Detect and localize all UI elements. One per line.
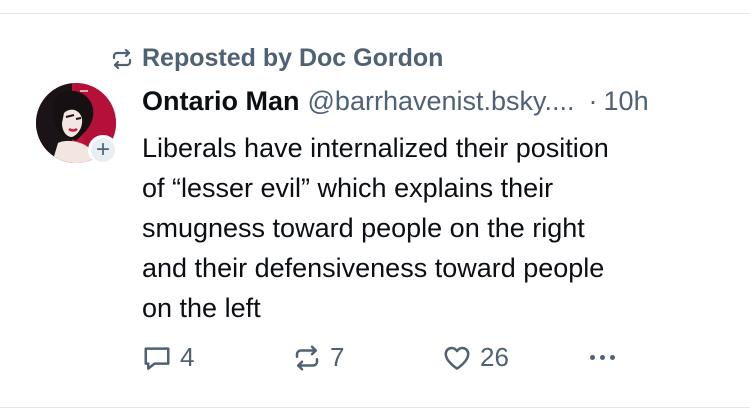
author-avatar[interactable]: + [36, 83, 120, 167]
reposted-by-label: Reposted by Doc Gordon [142, 44, 444, 72]
post-timestamp[interactable]: 10h [604, 86, 649, 117]
follow-plus-badge[interactable]: + [88, 135, 118, 165]
top-divider [0, 13, 750, 14]
more-icon-dot [590, 355, 595, 360]
more-icon-dot [600, 355, 605, 360]
more-options-button[interactable] [590, 343, 615, 373]
more-icon-dot [610, 355, 615, 360]
reposted-by-line[interactable]: Reposted by Doc Gordon [110, 44, 443, 73]
heart-icon [444, 346, 470, 370]
reply-icon [144, 346, 170, 370]
plus-icon: + [95, 136, 110, 163]
repost-count: 7 [330, 342, 345, 372]
bottom-divider [0, 407, 750, 408]
like-count: 26 [480, 342, 509, 372]
author-name[interactable]: Ontario Man [142, 86, 300, 117]
post-actions: 4 7 26 [142, 342, 615, 373]
dot-separator: · [588, 86, 598, 116]
post-header: Ontario Man @barrhavenist.bsky.... · 10h [142, 86, 649, 117]
repost-icon [112, 48, 132, 69]
author-handle[interactable]: @barrhavenist.bsky.... [308, 86, 575, 117]
post-body-text: Liberals have internalized their positio… [142, 133, 609, 323]
reply-count: 4 [180, 342, 195, 372]
like-button[interactable]: 26 [442, 342, 590, 373]
repost-icon [295, 345, 319, 370]
repost-button[interactable]: 7 [292, 342, 442, 373]
reply-button[interactable]: 4 [142, 342, 292, 373]
